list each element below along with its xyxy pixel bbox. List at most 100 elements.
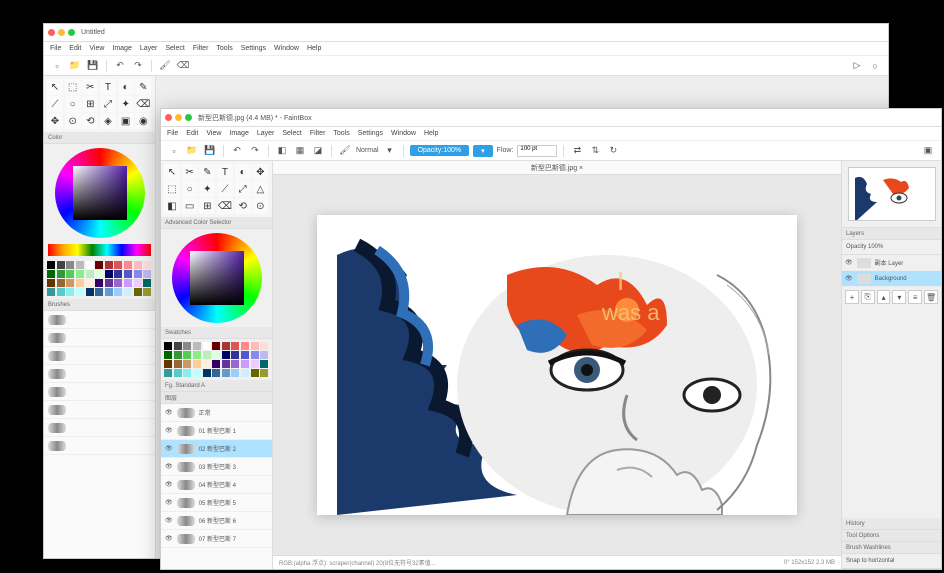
menu-image[interactable]: Image xyxy=(229,130,248,137)
flow-input[interactable]: 100 pt xyxy=(517,145,557,157)
open-icon[interactable]: 📁 xyxy=(185,144,199,158)
gradient-icon[interactable]: ◧ xyxy=(275,144,289,158)
swatch[interactable] xyxy=(134,261,142,269)
swatch[interactable] xyxy=(251,369,259,377)
brush-preset-row[interactable] xyxy=(44,311,155,329)
fg-layer-row[interactable]: 👁06 新型巴斯 6 xyxy=(161,512,272,530)
swatch[interactable] xyxy=(241,351,249,359)
swatch[interactable] xyxy=(251,351,259,359)
swatch[interactable] xyxy=(105,261,113,269)
fg-layer-row[interactable]: 👁07 新型巴斯 7 xyxy=(161,530,272,548)
tool-icon[interactable]: ✂ xyxy=(182,164,198,180)
swatch[interactable] xyxy=(57,261,65,269)
tool-icon[interactable]: ⬚ xyxy=(164,181,180,197)
tool-icon[interactable]: ◧ xyxy=(164,198,180,214)
menu-item[interactable]: Edit xyxy=(69,45,81,52)
swatch[interactable] xyxy=(231,360,239,368)
swatch[interactable] xyxy=(251,360,259,368)
swatch[interactable] xyxy=(193,369,201,377)
swatch[interactable] xyxy=(260,369,268,377)
brush-preset-row[interactable] xyxy=(44,437,155,455)
swatch[interactable] xyxy=(203,369,211,377)
blend-mode[interactable]: Normal xyxy=(356,147,379,154)
swatch[interactable] xyxy=(222,369,230,377)
swatch[interactable] xyxy=(193,351,201,359)
tool-icon[interactable]: ⟲ xyxy=(235,198,251,214)
swatch[interactable] xyxy=(134,270,142,278)
menu-item[interactable]: File xyxy=(50,45,61,52)
visibility-icon[interactable]: 👁 xyxy=(165,409,173,416)
fg-layer-row[interactable]: 👁03 新型巴斯 3 xyxy=(161,458,272,476)
tool-lasso-icon[interactable]: ✂ xyxy=(82,79,98,95)
visibility-icon[interactable]: 👁 xyxy=(165,463,173,470)
swatch[interactable] xyxy=(66,270,74,278)
swatch[interactable] xyxy=(86,288,94,296)
swatch[interactable] xyxy=(95,270,103,278)
swatch[interactable] xyxy=(105,279,113,287)
menu-tools[interactable]: Tools xyxy=(333,130,349,137)
tool-gradient-icon[interactable]: ▣ xyxy=(118,113,134,129)
tool-shape-icon[interactable]: ○ xyxy=(65,96,81,112)
brush-preset-row[interactable] xyxy=(44,347,155,365)
swatch[interactable] xyxy=(231,351,239,359)
swatch[interactable] xyxy=(193,360,201,368)
menu-settings[interactable]: Settings xyxy=(358,130,383,137)
swatch[interactable] xyxy=(47,261,55,269)
swatch[interactable] xyxy=(95,288,103,296)
swatch[interactable] xyxy=(57,279,65,287)
save-icon[interactable]: 💾 xyxy=(86,59,100,73)
canvas-tab[interactable]: 新型巴斯德.jpg × xyxy=(273,161,841,175)
tool-clone-icon[interactable]: ◈ xyxy=(100,113,116,129)
hue-slider[interactable] xyxy=(48,244,151,256)
swatch[interactable] xyxy=(66,288,74,296)
menu-file[interactable]: File xyxy=(167,130,178,137)
menu-help[interactable]: Help xyxy=(424,130,438,137)
delete-layer-icon[interactable]: 🗑 xyxy=(924,290,938,304)
tool-crop-icon[interactable]: ⊞ xyxy=(82,96,98,112)
swatch[interactable] xyxy=(164,351,172,359)
properties-icon[interactable]: ≡ xyxy=(908,290,922,304)
new-icon[interactable]: ▫ xyxy=(167,144,181,158)
swatch[interactable] xyxy=(222,351,230,359)
tool-text-icon[interactable]: T xyxy=(100,79,116,95)
swatch[interactable] xyxy=(203,342,211,350)
swatch[interactable] xyxy=(183,342,191,350)
fg-layer-row[interactable]: 👁01 新型巴斯 1 xyxy=(161,422,272,440)
fg-marker[interactable]: Fg. Standard A xyxy=(161,380,272,392)
visibility-icon[interactable]: 👁 xyxy=(165,517,173,524)
opacity-button[interactable]: Opacity:100% xyxy=(410,145,470,156)
redo-icon[interactable]: ↷ xyxy=(131,59,145,73)
menu-item[interactable]: Select xyxy=(165,45,184,52)
menu-select[interactable]: Select xyxy=(282,130,301,137)
brush-preset-row[interactable] xyxy=(44,329,155,347)
swatch[interactable] xyxy=(124,288,132,296)
swatch[interactable] xyxy=(95,279,103,287)
tool-move-icon[interactable]: ↖ xyxy=(47,79,63,95)
swatch[interactable] xyxy=(260,360,268,368)
play-icon[interactable]: ▷ xyxy=(850,59,864,73)
swatch[interactable] xyxy=(143,279,151,287)
swatch[interactable] xyxy=(47,270,55,278)
visibility-icon[interactable]: 👁 xyxy=(845,259,853,266)
fg-layer-row[interactable]: 👁正常 xyxy=(161,404,272,422)
visibility-icon[interactable]: 👁 xyxy=(165,535,173,542)
fg-layer-row[interactable]: 👁04 新型巴斯 4 xyxy=(161,476,272,494)
dropdown-icon[interactable]: ▾ xyxy=(383,144,397,158)
fgbg-icon[interactable]: ◪ xyxy=(311,144,325,158)
swatch[interactable] xyxy=(251,342,259,350)
swatch[interactable] xyxy=(124,279,132,287)
swatch[interactable] xyxy=(47,288,55,296)
menu-layer[interactable]: Layer xyxy=(257,130,275,137)
brush-icon[interactable]: 🖌 xyxy=(338,144,352,158)
brush-icon[interactable]: 🖌 xyxy=(158,59,172,73)
swatch[interactable] xyxy=(260,351,268,359)
brush-preset-row[interactable] xyxy=(44,401,155,419)
record-icon[interactable]: ○ xyxy=(868,59,882,73)
swatch[interactable] xyxy=(222,360,230,368)
add-layer-icon[interactable]: + xyxy=(845,290,859,304)
swatch[interactable] xyxy=(203,351,211,359)
menu-item[interactable]: View xyxy=(89,45,104,52)
save-icon[interactable]: 💾 xyxy=(203,144,217,158)
tool-icon[interactable]: ✦ xyxy=(199,181,215,197)
swatch[interactable] xyxy=(231,342,239,350)
